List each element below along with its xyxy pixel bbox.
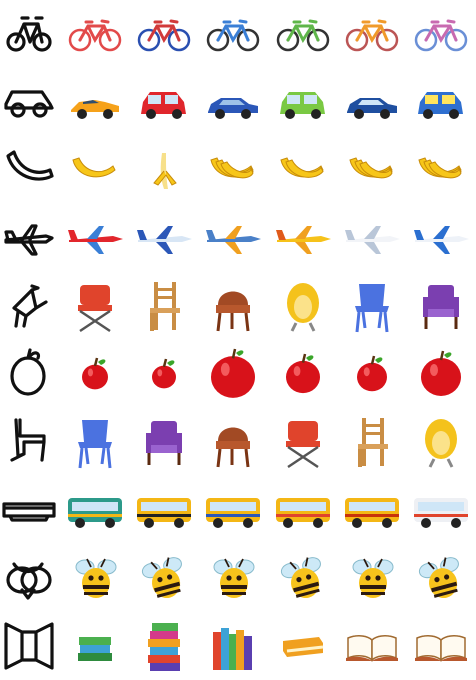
yellow-school-bus-icon	[129, 476, 198, 544]
chair-sketch-icon	[0, 408, 60, 476]
sketch-image-grid	[0, 0, 476, 680]
book-stack-icon	[60, 612, 129, 680]
white-coach-bus-icon	[407, 476, 476, 544]
bus-sketch-icon	[0, 476, 60, 544]
wicker-chair-icon	[199, 408, 268, 476]
big-apple-icon	[199, 340, 268, 408]
cartoon-car-icon	[407, 68, 476, 136]
apple-sketch-icon	[0, 340, 60, 408]
chair-sketch-icon	[0, 272, 60, 340]
red-car-icon	[129, 68, 198, 136]
green-bicycle-icon	[268, 0, 337, 68]
peeled-banana-icon	[129, 136, 198, 204]
blue-jet-icon	[129, 204, 198, 272]
pink-bicycle-icon	[407, 0, 476, 68]
purple-armchair-icon	[407, 272, 476, 340]
book-sketch-icon	[0, 612, 60, 680]
flying-bee-icon	[407, 544, 476, 612]
red-apple-icon	[129, 340, 198, 408]
bee-icon	[60, 544, 129, 612]
banana-sketch-icon	[0, 136, 60, 204]
red-apple-icon	[268, 340, 337, 408]
banana-pair-icon	[268, 136, 337, 204]
white-airliner-icon	[337, 204, 406, 272]
red-bicycle-icon	[60, 0, 129, 68]
tall-book-stack-icon	[129, 612, 198, 680]
purple-armchair-icon	[129, 408, 198, 476]
red-folding-chair-icon	[268, 408, 337, 476]
books-upright-icon	[199, 612, 268, 680]
blue-plastic-chair-icon	[337, 272, 406, 340]
bee-sketch-icon	[0, 544, 60, 612]
red-folding-chair-icon	[60, 272, 129, 340]
bee-icon	[199, 544, 268, 612]
round-apple-icon	[337, 340, 406, 408]
open-book-icon	[407, 612, 476, 680]
bicycle-sketch-icon	[0, 0, 60, 68]
blue-airliner-icon	[407, 204, 476, 272]
big-apple-icon	[407, 340, 476, 408]
green-bus-icon	[60, 476, 129, 544]
banana-bunch-icon	[199, 136, 268, 204]
blue-plastic-chair-icon	[60, 408, 129, 476]
wooden-chair-icon	[337, 408, 406, 476]
banana-bunch-icon	[407, 136, 476, 204]
orange-sports-car-icon	[60, 68, 129, 136]
airplane-sketch-icon	[0, 204, 60, 272]
wooden-chair-icon	[129, 272, 198, 340]
green-hatchback-icon	[268, 68, 337, 136]
bee-icon	[337, 544, 406, 612]
wicker-chair-icon	[199, 272, 268, 340]
yellow-bus-icon	[199, 476, 268, 544]
flying-bee-icon	[268, 544, 337, 612]
yellow-bus-icon	[337, 476, 406, 544]
closed-book-icon	[268, 612, 337, 680]
flying-bee-icon	[129, 544, 198, 612]
blue-car-icon	[337, 68, 406, 136]
yellow-bus-icon	[268, 476, 337, 544]
blue-sedan-icon	[199, 68, 268, 136]
yellow-plane-icon	[268, 204, 337, 272]
open-book-icon	[337, 612, 406, 680]
small-apple-icon	[60, 340, 129, 408]
yellow-egg-chair-icon	[407, 408, 476, 476]
orange-bicycle-icon	[337, 0, 406, 68]
red-propeller-plane-icon	[60, 204, 129, 272]
car-sketch-icon	[0, 68, 60, 136]
banana-bunch-icon	[337, 136, 406, 204]
blue-bicycle-icon	[199, 0, 268, 68]
yellow-egg-chair-icon	[268, 272, 337, 340]
single-banana-icon	[60, 136, 129, 204]
blue-red-bicycle-icon	[129, 0, 198, 68]
cartoon-plane-icon	[199, 204, 268, 272]
